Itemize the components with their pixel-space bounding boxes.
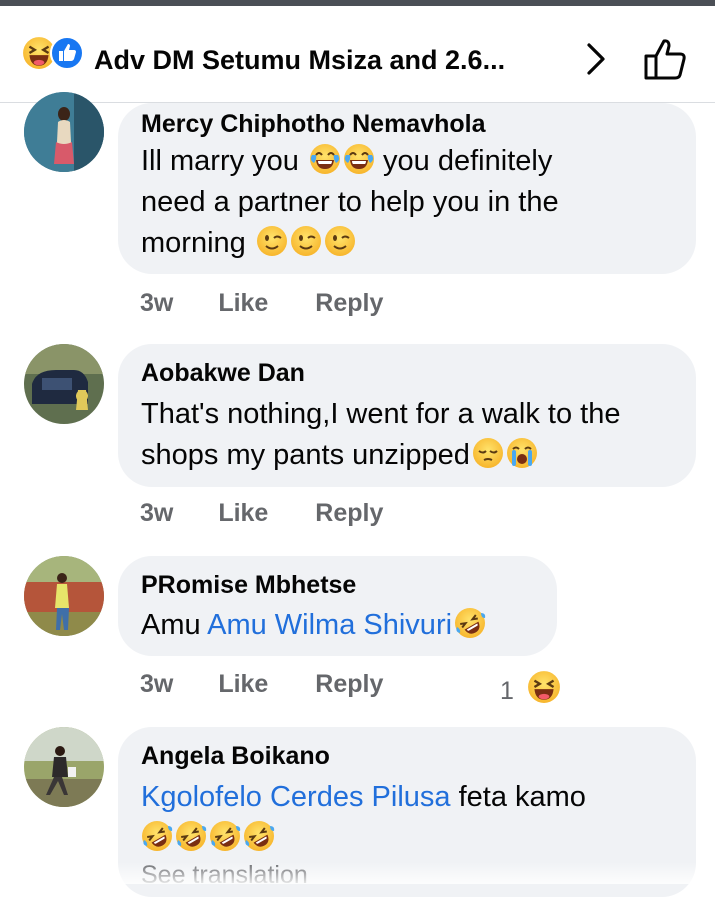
reaction-count-value: 1 [500,677,514,705]
scroll-fade [0,862,715,884]
rolling-laughing-emoji [209,820,241,852]
mention-link[interactable]: Amu Wilma Shivuri [207,609,452,641]
comment-text-line: need a partner to help you in the [141,186,559,218]
mention-link[interactable]: Kgolofelo Cerdes Pilusa [141,781,451,813]
rolling-laughing-emoji [243,820,275,852]
comment-text: Amu Amu Wilma Shivuri [141,605,486,646]
like-outline-icon[interactable] [640,34,692,84]
comment-actions: 3w Like Reply 1 [140,670,715,705]
comment-bubble[interactable]: Aobakwe Dan That's nothing,I went for a … [118,344,696,487]
reaction-count[interactable]: 1 [500,670,561,706]
comment-text: That's nothing,I went for a walk to the … [141,394,620,476]
comment-text-line: you definitely [383,145,553,177]
winking-emoji [256,225,288,257]
comment-text-line: That's nothing,I went for a walk to the [141,398,621,430]
comment-time[interactable]: 3w [140,670,173,699]
comment-time[interactable]: 3w [140,499,173,528]
rolling-laughing-emoji [141,820,173,852]
comment-author[interactable]: Angela Boikano [141,742,330,771]
comment-item: Mercy Chiphotho Nemavhola Ill marry you … [0,92,715,333]
loudly-crying-emoji [506,437,538,469]
winking-emoji [290,225,322,257]
like-button[interactable]: Like [218,289,268,318]
comment-actions: 3w Like Reply [140,289,383,318]
comment-item: Angela Boikano Kgolofelo Cerdes Pilusa f… [0,727,715,897]
comment-author[interactable]: Mercy Chiphotho Nemavhola [141,110,486,139]
comment-text: Ill marry you you definitely need a part… [141,141,559,264]
reply-button[interactable]: Reply [315,289,383,318]
comment-text-line: shops my pants unzipped [141,439,470,471]
comment-time[interactable]: 3w [140,289,173,318]
reply-button[interactable]: Reply [315,499,383,528]
winking-emoji [324,225,356,257]
comment-text-suffix: feta kamo [458,781,586,813]
rolling-laughing-emoji [454,607,486,639]
tears-of-joy-emoji [309,143,341,175]
comment-actions: 3w Like Reply [140,499,383,528]
like-button[interactable]: Like [218,499,268,528]
comment-text-line: Ill marry you [141,145,299,177]
reactions-header[interactable]: Adv DM Setumu Msiza and 2.6... [0,6,715,103]
avatar[interactable] [24,92,104,172]
avatar[interactable] [24,556,104,636]
tears-of-joy-emoji [343,143,375,175]
header-title[interactable]: Adv DM Setumu Msiza and 2.6... [94,40,564,80]
comment-item: Aobakwe Dan That's nothing,I went for a … [0,344,715,544]
comment-bubble[interactable]: Mercy Chiphotho Nemavhola Ill marry you … [118,103,696,274]
comment-author[interactable]: Aobakwe Dan [141,359,305,388]
comment-bubble[interactable]: PRomise Mbhetse Amu Amu Wilma Shivuri [118,556,557,656]
reaction-summary[interactable] [22,36,84,70]
like-button[interactable]: Like [218,670,268,699]
avatar[interactable] [24,344,104,424]
chevron-right-icon[interactable] [580,41,612,77]
rolling-laughing-emoji [175,820,207,852]
comment-text: Kgolofelo Cerdes Pilusa feta kamo [141,777,586,859]
pensive-emoji [472,437,504,469]
comment-text-prefix: Amu [141,609,201,641]
comment-text-line: morning [141,227,246,259]
haha-icon [527,670,561,704]
avatar[interactable] [24,727,104,807]
reply-button[interactable]: Reply [315,670,383,699]
like-icon [50,36,84,70]
comment-author[interactable]: PRomise Mbhetse [141,571,356,600]
comment-item: PRomise Mbhetse Amu Amu Wilma Shivuri 3w… [0,556,715,716]
